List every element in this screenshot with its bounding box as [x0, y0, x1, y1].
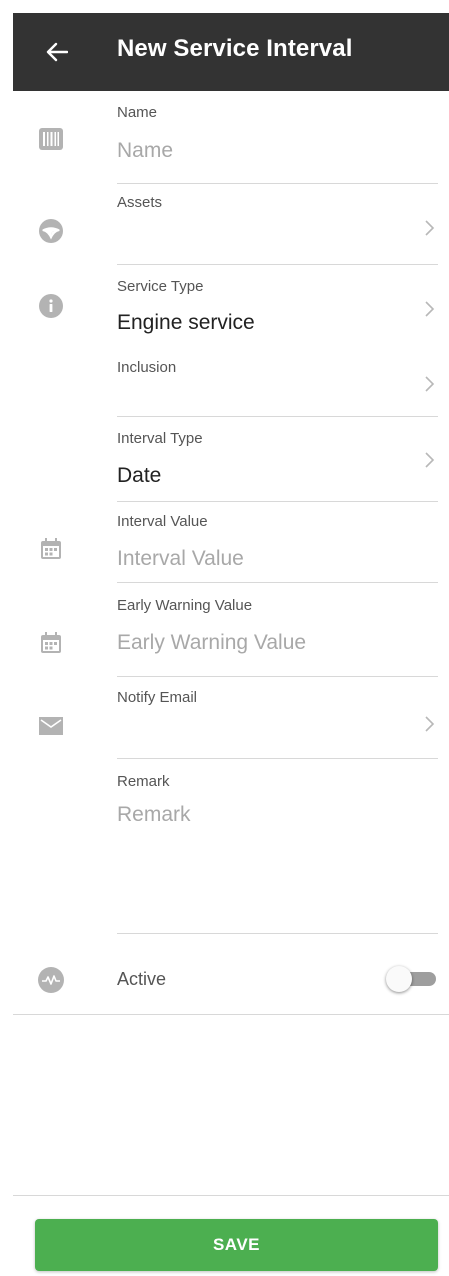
page-title: New Service Interval — [117, 35, 353, 62]
interval-type-field[interactable]: Interval Type Date — [13, 417, 449, 502]
name-input[interactable]: Name — [117, 139, 173, 163]
active-label: Active — [117, 969, 167, 989]
notify-email-field[interactable]: Notify Email — [13, 677, 449, 759]
toggle-knob — [386, 966, 412, 992]
interval-value-field[interactable]: Interval Value Interval Value — [13, 501, 449, 583]
arrow-left-icon — [46, 42, 68, 62]
service-type-label: Service Type — [117, 278, 204, 295]
assets-field[interactable]: Assets — [13, 184, 449, 265]
new-service-interval-screen: New Service Interval Name Name Assets Se… — [13, 13, 449, 1276]
calendar-icon — [37, 535, 65, 563]
footer-divider — [13, 1195, 449, 1196]
remark-input[interactable]: Remark — [117, 803, 191, 827]
service-type-field[interactable]: Service Type Engine service — [13, 265, 449, 349]
chevron-right-icon — [425, 376, 435, 392]
inclusion-field[interactable]: Inclusion — [13, 349, 449, 417]
service-type-value: Engine service — [117, 311, 255, 334]
pulse-icon — [37, 966, 65, 994]
assets-label: Assets — [117, 194, 163, 211]
active-toggle[interactable] — [386, 966, 438, 992]
info-icon — [37, 292, 65, 320]
name-field[interactable]: Name Name — [13, 91, 449, 184]
chevron-right-icon — [425, 452, 435, 468]
app-bar: New Service Interval — [13, 13, 449, 91]
interval-value-label: Interval Value — [117, 513, 208, 530]
interval-type-label: Interval Type — [117, 430, 203, 447]
remark-field[interactable]: Remark Remark — [13, 759, 449, 934]
remark-label: Remark — [117, 773, 170, 790]
barcode-icon — [37, 125, 65, 153]
interval-value-input[interactable]: Interval Value — [117, 547, 244, 571]
mail-icon — [37, 712, 65, 740]
chevron-right-icon — [425, 716, 435, 732]
calendar-icon — [37, 629, 65, 657]
inclusion-label: Inclusion — [117, 359, 177, 376]
interval-type-value: Date — [117, 464, 162, 487]
divider — [13, 1014, 449, 1015]
active-row: Active — [13, 934, 449, 1014]
notify-email-label: Notify Email — [117, 689, 198, 706]
early-warning-value-field[interactable]: Early Warning Value Early Warning Value — [13, 583, 449, 677]
early-warning-value-label: Early Warning Value — [117, 597, 253, 614]
chevron-right-icon — [425, 301, 435, 317]
steering-wheel-icon — [37, 217, 65, 245]
save-button[interactable]: SAVE — [35, 1219, 438, 1271]
back-button[interactable] — [37, 32, 77, 72]
chevron-right-icon — [425, 220, 435, 236]
early-warning-value-input[interactable]: Early Warning Value — [117, 631, 306, 655]
name-label: Name — [117, 104, 158, 121]
